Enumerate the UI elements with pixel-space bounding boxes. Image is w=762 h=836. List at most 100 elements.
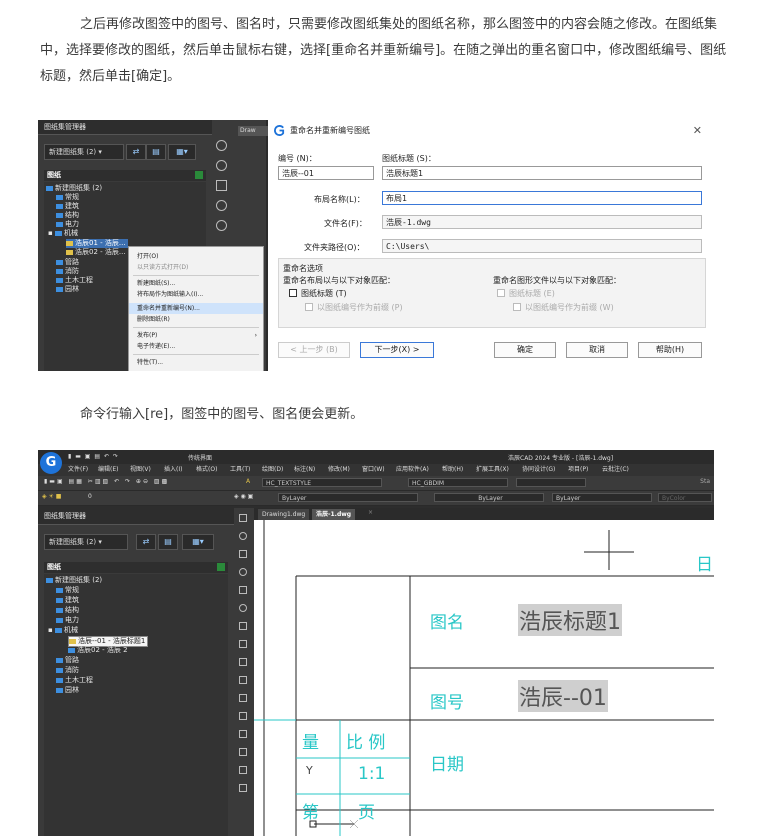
rectangle-tool-icon[interactable] — [239, 550, 247, 558]
menu-view[interactable]: 视图(V) — [130, 464, 151, 476]
tree-folder[interactable]: 土木工程 — [56, 276, 93, 285]
help-button[interactable]: 帮助(H) — [638, 342, 702, 358]
layout-name-input[interactable]: 布局1 — [382, 191, 702, 205]
tree-folder[interactable]: 电力 — [56, 616, 79, 625]
layout-sheet-title-checkbox[interactable] — [289, 289, 297, 297]
sheet-set-dropdown[interactable]: 新建图纸集 (2) ▾ — [44, 144, 124, 160]
menu-item-open[interactable]: 打开(O) — [129, 251, 263, 262]
tree-sheet[interactable]: 浩辰02 - 浩辰... — [66, 248, 126, 257]
menu-tools[interactable]: 工具(T) — [230, 464, 250, 476]
menu-draw[interactable]: 绘图(D) — [262, 464, 283, 476]
menu-item-etransmit[interactable]: 电子传递(E)... — [129, 341, 263, 352]
tree-folder[interactable]: ▪ 机械 — [48, 626, 78, 635]
tree-folder[interactable]: 园林 — [56, 686, 79, 695]
table-tool-icon[interactable] — [239, 712, 247, 720]
tree-sheet-selected[interactable]: 浩辰01 - 浩辰... — [66, 239, 128, 248]
sheet-number-input[interactable]: 浩辰--01 — [278, 166, 374, 180]
arc-tool-icon[interactable] — [239, 568, 247, 576]
dim-style-dropdown[interactable]: HC_GBDIM — [408, 478, 508, 487]
workspace-label[interactable]: 传统界面 — [188, 453, 212, 462]
ok-button[interactable]: 确定 — [494, 342, 556, 358]
menu-edit[interactable]: 编辑(E) — [98, 464, 118, 476]
tree-folder[interactable]: 消防 — [56, 666, 79, 675]
drawing-tab[interactable]: Draw — [238, 126, 268, 136]
circle-tool-icon[interactable] — [216, 160, 227, 171]
menu-apps[interactable]: 应用软件(A) — [396, 464, 429, 476]
insert-tool-icon[interactable] — [239, 748, 247, 756]
tab-current-drawing[interactable]: 浩辰-1.dwg — [312, 509, 356, 520]
rectangle-tool-icon[interactable] — [216, 180, 227, 191]
previous-button[interactable]: < 上一步 (B) — [278, 342, 350, 358]
menu-insert[interactable]: 插入(I) — [164, 464, 182, 476]
view-options-icon[interactable]: ▦▾ — [182, 534, 214, 550]
refresh-icon[interactable]: ⇄ — [126, 144, 146, 160]
point-tool-icon[interactable] — [239, 640, 247, 648]
menu-cloud-markup[interactable]: 云批注(C) — [602, 464, 629, 476]
tree-folder[interactable]: 管路 — [56, 258, 79, 267]
tree-folder[interactable]: 电力 — [56, 220, 79, 229]
menu-file[interactable]: 文件(F) — [68, 464, 88, 476]
menu-item-new-sheet[interactable]: 新建图纸(S)... — [129, 278, 263, 289]
line-tool-icon[interactable] — [239, 514, 247, 522]
print-icon[interactable]: ▤ — [146, 144, 166, 160]
menu-item-rename-renumber[interactable]: 重命名并重新编号(N)... — [129, 303, 263, 314]
tab-drawing1[interactable]: Drawing1.dwg — [258, 509, 310, 520]
circle-tool-icon[interactable] — [239, 532, 247, 540]
mtext-tool-icon[interactable] — [239, 784, 247, 792]
plotstyle-dropdown[interactable]: ByColor — [658, 493, 712, 502]
menu-item-open-readonly[interactable]: 以只读方式打开(D) — [129, 262, 263, 273]
spline-tool-icon[interactable] — [239, 622, 247, 630]
menu-ext-tools[interactable]: 扩展工具(X) — [476, 464, 509, 476]
tree-folder[interactable]: 结构 — [56, 211, 79, 220]
color-dropdown[interactable]: ByLayer — [278, 493, 418, 502]
tree-folder[interactable]: 园林 — [56, 285, 79, 294]
polygon-tool-icon[interactable] — [239, 586, 247, 594]
lineweight-dropdown[interactable]: ByLayer — [552, 493, 652, 502]
arc-tool-icon[interactable] — [216, 200, 227, 211]
ellipse-tool-icon[interactable] — [239, 604, 247, 612]
wipeout-tool-icon[interactable] — [239, 766, 247, 774]
layer-name[interactable]: 0 — [88, 493, 92, 500]
refresh-icon[interactable]: ⇄ — [136, 534, 156, 550]
line-tool-icon[interactable] — [216, 140, 227, 151]
linetype-dropdown[interactable]: ByLayer — [434, 493, 544, 502]
tree-folder[interactable]: 管路 — [56, 656, 79, 665]
text-style-dropdown[interactable]: HC_TEXTSTYLE — [262, 478, 382, 487]
menu-item-publish[interactable]: 发布(P) › — [129, 330, 263, 341]
menu-collab[interactable]: 协同设计(G) — [522, 464, 555, 476]
menu-item-properties[interactable]: 特性(T)... — [129, 357, 263, 368]
hatch-tool-icon[interactable] — [239, 658, 247, 666]
layer-icons[interactable]: ◈ ☀ ■ — [42, 493, 61, 500]
print-icon[interactable]: ▤ — [158, 534, 178, 550]
tree-folder[interactable]: 建筑 — [56, 202, 79, 211]
view-options-icon[interactable]: ▦▾ — [168, 144, 196, 160]
tree-folder[interactable]: 土木工程 — [56, 676, 93, 685]
menu-item-remove-sheet[interactable]: 删除图纸(R) — [129, 314, 263, 325]
tree-folder[interactable]: 消防 — [56, 267, 79, 276]
sheet-title-input[interactable]: 浩辰标题1 — [382, 166, 702, 180]
menu-modify[interactable]: 修改(M) — [328, 464, 350, 476]
menu-help[interactable]: 帮助(H) — [442, 464, 463, 476]
table-style-dropdown[interactable] — [516, 478, 586, 487]
cancel-button[interactable]: 取消 — [566, 342, 628, 358]
gradient-tool-icon[interactable] — [239, 676, 247, 684]
tree-folder[interactable]: ▪ 机械 — [48, 229, 78, 238]
menu-item-import-layout[interactable]: 将布局作为图纸输入(I)... — [129, 289, 263, 300]
layout-prefix-checkbox[interactable] — [305, 303, 313, 311]
menu-format[interactable]: 格式(O) — [196, 464, 217, 476]
block-tool-icon[interactable] — [239, 730, 247, 738]
folder-path-field[interactable]: C:\Users\ — [382, 239, 702, 253]
sheet-set-dropdown[interactable]: 新建图纸集 (2) ▾ — [44, 534, 128, 550]
tree-root[interactable]: 新建图纸集 (2) — [46, 184, 102, 193]
tree-folder[interactable]: 结构 — [56, 606, 79, 615]
close-icon[interactable]: ✕ — [693, 120, 702, 142]
tree-sheet[interactable]: 浩辰02 - 浩辰 2 — [68, 646, 128, 655]
tree-folder[interactable]: 建筑 — [56, 596, 79, 605]
menu-window[interactable]: 窗口(W) — [362, 464, 385, 476]
next-button[interactable]: 下一步(X) > — [360, 342, 434, 358]
tree-folder[interactable]: 常规 — [56, 193, 79, 202]
app-logo-icon[interactable]: G — [40, 452, 62, 474]
file-name-field[interactable]: 浩辰-1.dwg — [382, 215, 702, 229]
menu-dimension[interactable]: 标注(N) — [294, 464, 315, 476]
tree-root[interactable]: 新建图纸集 (2) — [46, 576, 102, 585]
